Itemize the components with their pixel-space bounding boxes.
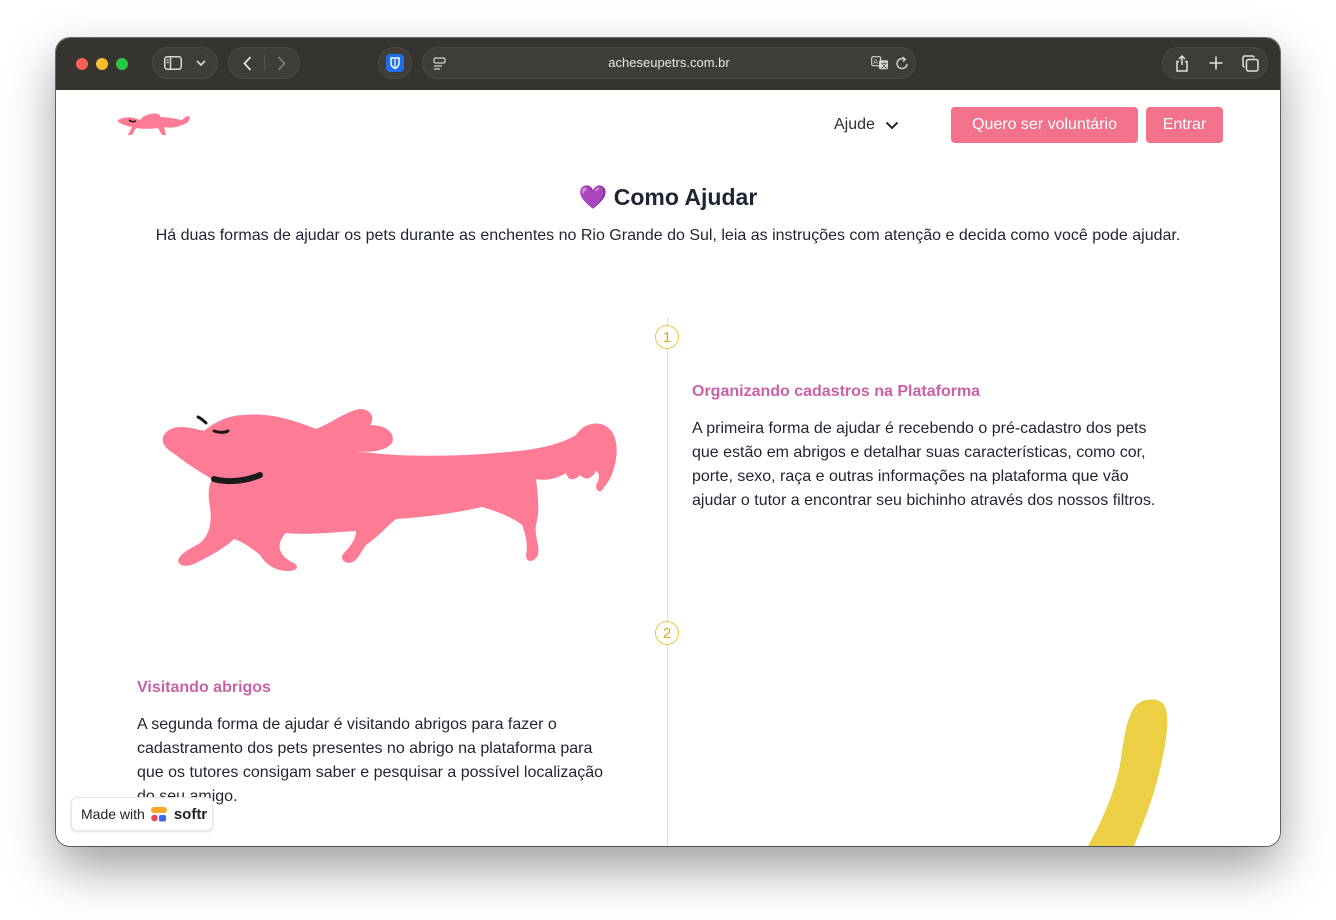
purple-heart-icon: 💜: [578, 184, 608, 210]
step-2-title: Visitando abrigos: [137, 679, 271, 696]
dog-logo-icon: [118, 113, 190, 135]
shield-icon: [385, 48, 405, 78]
step-1-line: A primeira forma de ajudar é recebendo o…: [692, 420, 1147, 437]
made-with-label: Made with: [81, 806, 145, 822]
reload-icon[interactable]: [893, 48, 911, 78]
url-text[interactable]: acheseupetrs.com.br: [423, 48, 915, 78]
softr-logo-icon: [150, 806, 167, 821]
sidebar-icon[interactable]: [163, 48, 183, 78]
page-title-text: Como Ajudar: [613, 184, 758, 210]
timeline-line: [667, 317, 668, 846]
yellow-tail-illustration: [1088, 699, 1168, 846]
translate-icon[interactable]: A文: [869, 48, 891, 78]
step-2-marker: 2: [655, 621, 679, 645]
zoom-window-button[interactable]: [116, 58, 128, 70]
step-1-line: porte, sexo, raça e outras informações n…: [692, 468, 1129, 485]
chevron-down-icon: [885, 121, 899, 129]
svg-text:A: A: [873, 58, 878, 66]
history-nav-group: [228, 47, 300, 79]
step-1-marker: 1: [655, 325, 679, 349]
address-bar[interactable]: acheseupetrs.com.br A文: [422, 47, 916, 79]
back-arrow-icon[interactable]: [237, 48, 257, 78]
password-manager-button[interactable]: [378, 47, 412, 79]
browser-toolbar: acheseupetrs.com.br A文: [56, 38, 1280, 91]
step-1-title: Organizando cadastros na Plataforma: [692, 383, 981, 400]
svg-text:文: 文: [881, 61, 888, 70]
running-dog-illustration: [162, 409, 617, 571]
share-icon[interactable]: [1171, 48, 1193, 78]
made-with-softr-badge[interactable]: Made with softr: [71, 797, 213, 831]
new-tab-plus-icon[interactable]: [1205, 48, 1227, 78]
volunteer-button[interactable]: Quero ser voluntário: [951, 107, 1138, 143]
chevron-down-icon[interactable]: [193, 48, 209, 78]
forward-arrow-icon[interactable]: [271, 48, 291, 78]
sidebar-toggle-group[interactable]: [152, 47, 218, 79]
close-window-button[interactable]: [76, 58, 88, 70]
site-logo[interactable]: [116, 108, 192, 140]
page-title: 💜 Como Ajudar: [56, 184, 1280, 211]
step-1-line: que estão em abrigos e detalhar suas car…: [692, 444, 1146, 461]
page-subtitle: Há duas formas de ajudar os pets durante…: [155, 227, 1181, 244]
step-2-line: que os tutores consigam saber e pesquisa…: [137, 764, 604, 781]
step-2-line: cadastramento dos pets presentes no abri…: [137, 740, 593, 757]
step-1-text: A primeira forma de ajudar é recebendo o…: [692, 417, 1155, 513]
help-menu[interactable]: Ajude: [834, 116, 899, 134]
help-menu-label: Ajude: [834, 116, 875, 133]
step-2-text: A segunda forma de ajudar é visitando ab…: [137, 713, 603, 809]
window-actions-group: [1162, 47, 1268, 79]
step-2-line: A segunda forma de ajudar é visitando ab…: [137, 716, 557, 733]
nav-divider: [264, 55, 265, 71]
minimize-window-button[interactable]: [96, 58, 108, 70]
login-button[interactable]: Entrar: [1146, 107, 1223, 143]
softr-brand-label: softr: [173, 805, 208, 823]
page-content: Ajude Quero ser voluntário Entrar 💜 Como…: [56, 90, 1280, 846]
step-1-line: ajudar o tutor a encontrar seu bichinho …: [692, 492, 1156, 509]
tab-overview-icon[interactable]: [1239, 48, 1261, 78]
browser-window: acheseupetrs.com.br A文 Ajude Quero ser v…: [56, 38, 1280, 846]
